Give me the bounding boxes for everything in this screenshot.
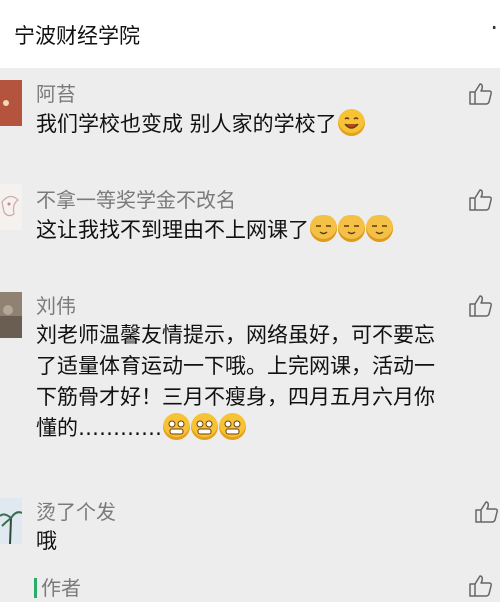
avatar[interactable] — [0, 184, 22, 230]
comment-author[interactable]: 阿苔 — [36, 78, 76, 107]
thumbs-up-icon[interactable] — [468, 294, 494, 318]
cat-face-icon — [366, 215, 393, 242]
comment-text-line: 下筋骨才好！三月不瘦身，四月五月六月你 — [36, 385, 435, 409]
author-reply-label: 作者 — [34, 572, 81, 601]
comment-author[interactable]: 不拿一等奖学金不改名 — [36, 184, 236, 213]
avatar[interactable] — [0, 498, 22, 544]
avatar[interactable] — [0, 292, 22, 338]
more-icon[interactable]: · — [490, 14, 500, 42]
author-bar — [34, 578, 37, 598]
cat-face-icon — [338, 215, 365, 242]
thumbs-up-icon[interactable] — [468, 574, 494, 598]
avatar[interactable] — [0, 80, 22, 126]
comment-item: 烫了个发 哦 — [0, 496, 500, 566]
page-header: 宁波财经学院 · — [0, 0, 500, 68]
comment-text: 刘老师温馨友情提示，网络虽好，可不要忘 了适量体育运动一下哦。上完网课，活动一 … — [36, 320, 500, 444]
comment-item: 刘伟 刘老师温馨友情提示，网络虽好，可不要忘 了适量体育运动一下哦。上完网课，活… — [0, 290, 500, 460]
comment-text: 这让我找不到理由不上网课了 — [36, 215, 500, 246]
grinning-face-icon — [219, 413, 246, 440]
grinning-face-icon — [191, 413, 218, 440]
cat-face-icon — [310, 215, 337, 242]
thumbs-up-icon[interactable] — [468, 188, 494, 212]
thumbs-up-icon[interactable] — [468, 82, 494, 106]
comment-text-line: 刘老师温馨友情提示，网络虽好，可不要忘 — [36, 323, 435, 347]
smiling-face-icon — [337, 109, 365, 136]
comment-item: 不拿一等奖学金不改名 这让我找不到理由不上网课了 — [0, 184, 500, 264]
comment-text: 我们学校也变成 别人家的学校了 — [36, 109, 500, 140]
comment-text: 哦 — [36, 529, 57, 553]
comment-author[interactable]: 刘伟 — [36, 290, 76, 319]
page-title: 宁波财经学院 — [14, 24, 140, 48]
comment-author[interactable]: 烫了个发 — [36, 496, 116, 525]
comment-item: 阿苔 我们学校也变成 别人家的学校了 — [0, 78, 500, 158]
thumbs-up-icon[interactable] — [474, 500, 500, 524]
comment-text-line-wrap: 懂的………… — [36, 413, 500, 444]
grinning-face-icon — [163, 413, 190, 440]
comment-text-line: 了适量体育运动一下哦。上完网课，活动一 — [36, 354, 435, 378]
